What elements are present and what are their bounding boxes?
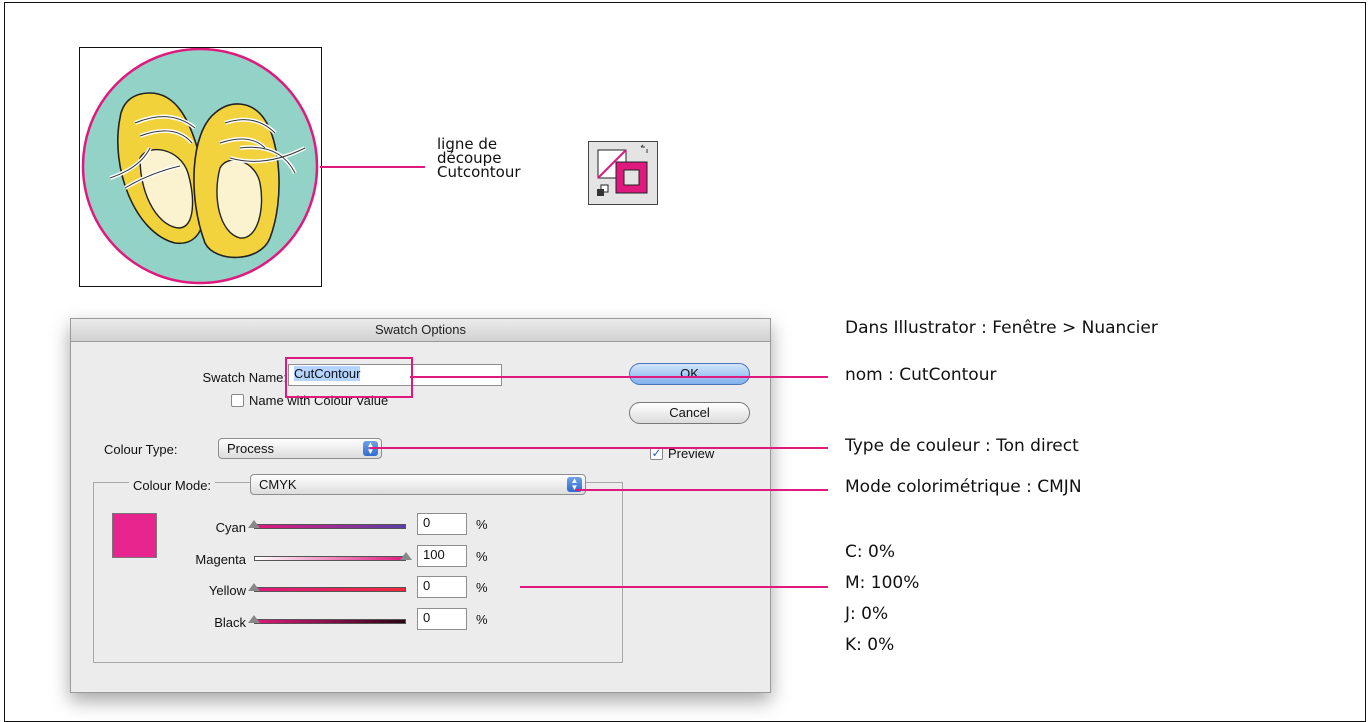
- magenta-slider-thumb[interactable]: [400, 552, 412, 560]
- note-colour-mode: Mode colorimétrique : CMJN: [845, 477, 1082, 497]
- sneakers-illustration: [81, 47, 319, 285]
- cancel-button[interactable]: Cancel: [629, 402, 750, 424]
- swatch-options-dialog: Swatch Options Swatch Name: CutContour N…: [70, 318, 771, 693]
- cyan-slider-track[interactable]: [254, 524, 406, 529]
- note-m-value: M: 100%: [845, 573, 920, 593]
- cyan-value: 0: [423, 515, 431, 530]
- colour-mode-value: CMYK: [259, 477, 297, 492]
- black-slider-track[interactable]: [254, 619, 406, 624]
- colour-settings-group: [93, 482, 623, 663]
- black-value: 0: [423, 610, 431, 625]
- cyan-slider-thumb[interactable]: [248, 520, 260, 528]
- cmyk-leader: [520, 586, 828, 588]
- yellow-slider-thumb[interactable]: [248, 583, 260, 591]
- colour-preview-swatch: [112, 513, 157, 558]
- note-c-value: C: 0%: [845, 542, 895, 562]
- fill-stroke-icon: [597, 144, 648, 196]
- fill-stroke-tool[interactable]: [588, 141, 658, 205]
- note-swatch-name: nom : CutContour: [845, 365, 997, 385]
- colour-type-value: Process: [227, 441, 274, 456]
- mode-leader: [575, 489, 828, 491]
- black-input[interactable]: 0: [417, 608, 467, 630]
- magenta-label: Magenta: [195, 552, 246, 567]
- note-k-value: K: 0%: [845, 635, 895, 655]
- colour-type-select[interactable]: Process ▲ ▼: [218, 438, 382, 459]
- magenta-percent: %: [476, 549, 488, 564]
- name-with-colour-value-checkbox[interactable]: [231, 394, 244, 407]
- swatch-name-label: Swatch Name:: [202, 370, 287, 385]
- note-menu-path: Dans Illustrator : Fenêtre > Nuancier: [845, 318, 1158, 338]
- ok-button[interactable]: OK: [629, 363, 750, 385]
- yellow-value: 0: [423, 578, 431, 593]
- magenta-input[interactable]: 100: [417, 545, 467, 567]
- swatch-name-highlight: [285, 357, 413, 398]
- name-leader: [410, 376, 828, 378]
- colour-mode-label: Colour Mode:: [129, 478, 216, 493]
- note-colour-type: Type de couleur : Ton direct: [845, 436, 1079, 456]
- magenta-slider-track[interactable]: [254, 556, 406, 561]
- yellow-input[interactable]: 0: [417, 576, 467, 598]
- colour-mode-select[interactable]: CMYK ▲ ▼: [250, 474, 586, 495]
- yellow-percent: %: [476, 580, 488, 595]
- sneakers-artwork: [79, 47, 322, 287]
- dialog-title: Swatch Options: [71, 319, 770, 342]
- cyan-input[interactable]: 0: [417, 513, 467, 535]
- black-slider-thumb[interactable]: [248, 615, 260, 623]
- callout-line-3: Cutcontour: [437, 163, 521, 181]
- note-j-value: J: 0%: [845, 604, 889, 624]
- black-percent: %: [476, 612, 488, 627]
- black-label: Black: [214, 615, 246, 630]
- cut-contour-leader: [320, 166, 425, 168]
- cut-contour-callout: ligne de découpe Cutcontour: [437, 137, 521, 181]
- yellow-slider-track[interactable]: [254, 587, 406, 592]
- cyan-percent: %: [476, 517, 488, 532]
- cyan-label: Cyan: [215, 520, 246, 535]
- yellow-label: Yellow: [208, 583, 246, 598]
- colour-type-label: Colour Type:: [104, 442, 178, 457]
- type-leader: [370, 447, 828, 449]
- magenta-value: 100: [423, 547, 445, 562]
